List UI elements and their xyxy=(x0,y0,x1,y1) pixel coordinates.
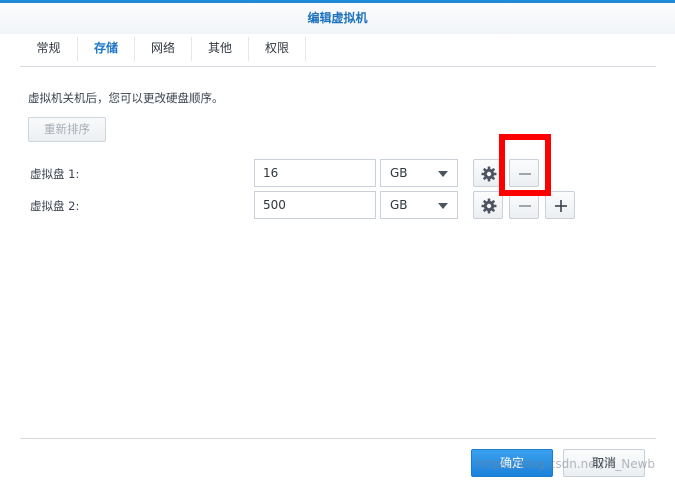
disk-label: 虚拟盘 1: xyxy=(30,167,80,181)
minus-icon xyxy=(519,205,531,207)
disk-row-2: 虚拟盘 2: 500 GB xyxy=(0,191,675,221)
disk-unit-select[interactable]: GB xyxy=(380,191,458,219)
chevron-down-icon xyxy=(438,203,448,209)
highlight-box xyxy=(499,134,551,196)
reorder-button[interactable]: 重新排序 xyxy=(28,117,106,142)
disk-size-input[interactable]: 16 xyxy=(254,159,376,187)
disk-size-input[interactable]: 500 xyxy=(254,191,376,219)
watermark: https://blog.csdn.net/IT_Newb xyxy=(476,457,656,471)
disk-unit-select[interactable]: GB xyxy=(380,159,458,187)
chevron-down-icon xyxy=(438,171,448,177)
tab-permissions[interactable]: 权限 xyxy=(249,34,305,62)
disk-unit-value: GB xyxy=(390,198,408,212)
gear-icon xyxy=(481,166,497,182)
tab-storage[interactable]: 存储 xyxy=(78,34,134,62)
tabs-underline xyxy=(20,66,656,67)
tab-divider xyxy=(305,37,306,61)
tab-other[interactable]: 其他 xyxy=(192,34,248,62)
disk-unit-value: GB xyxy=(390,166,408,180)
gear-icon xyxy=(481,198,497,214)
plus-icon xyxy=(555,200,567,212)
disk-label: 虚拟盘 2: xyxy=(30,199,80,213)
tab-network[interactable]: 网络 xyxy=(135,34,191,62)
footer-divider xyxy=(20,438,656,439)
tab-general[interactable]: 常规 xyxy=(20,34,77,62)
storage-hint: 虚拟机关机后，您可以更改硬盘顺序。 xyxy=(28,91,224,105)
window-title: 编辑虚拟机 xyxy=(307,11,368,25)
title-bar: 编辑虚拟机 xyxy=(0,3,675,34)
disk-row-1: 虚拟盘 1: 16 GB xyxy=(0,159,675,189)
